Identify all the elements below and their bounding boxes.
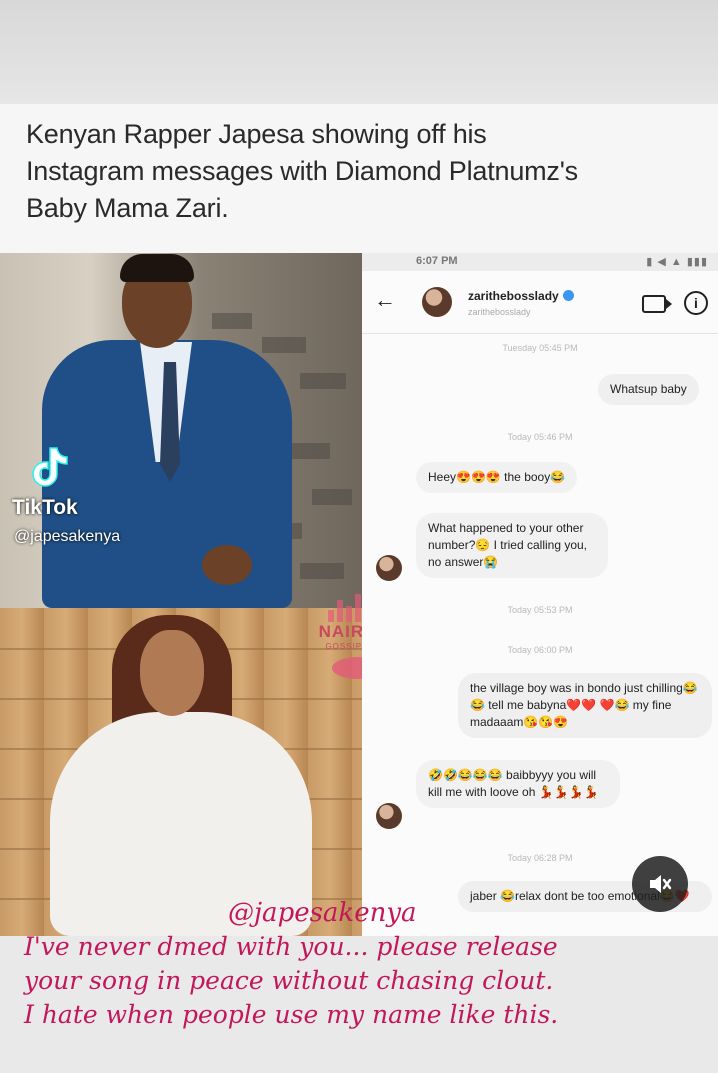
mute-toggle-button[interactable] <box>632 856 688 912</box>
dm-header: ← zarithebosslady zarithebosslady i <box>362 271 718 334</box>
status-time: 6:07 PM <box>416 255 458 267</box>
story-caption: I've never dmed with you... please relea… <box>24 930 714 1032</box>
message-timestamp: Tuesday 05:45 PM <box>502 343 578 353</box>
instagram-dm-screenshot: 6:07 PM ▮ ◀ ▲ ▮▮▮ ← zarithebosslady zari… <box>362 253 718 936</box>
status-icons: ▮ ◀ ▲ ▮▮▮ <box>646 256 708 268</box>
verified-badge-icon <box>562 290 574 301</box>
back-arrow-icon[interactable]: ← <box>374 287 396 313</box>
man-hand <box>202 545 252 585</box>
caption-line: I've never dmed with you... please relea… <box>24 932 558 961</box>
headline-line: Baby Mama Zari. <box>26 193 229 223</box>
phone-status-bar: 6:07 PM ▮ ◀ ▲ ▮▮▮ <box>362 253 718 271</box>
caption-line: I hate when people use my name like this… <box>24 1000 559 1029</box>
sender-avatar <box>376 803 402 829</box>
woman-face <box>140 630 204 716</box>
message-timestamp: Today 05:46 PM <box>507 432 573 442</box>
story-mention-handle[interactable]: @japesakenya <box>228 898 417 928</box>
contact-name-text: zarithebosslady <box>468 289 559 303</box>
message-timestamp: Today 06:00 PM <box>507 645 573 655</box>
contact-name[interactable]: zarithebosslady <box>468 289 574 303</box>
sender-avatar <box>376 555 402 581</box>
headline-line: Instagram messages with Diamond Platnumz… <box>26 156 578 186</box>
message-timestamp: Today 05:53 PM <box>507 605 573 615</box>
post-headline: Kenyan Rapper Japesa showing off his Ins… <box>26 116 706 227</box>
incoming-message[interactable]: Heey😍😍😍 the booy😂 <box>416 462 578 493</box>
tiktok-label: TikTok <box>12 496 78 519</box>
headline-line: Kenyan Rapper Japesa showing off his <box>26 119 487 149</box>
story-top-background <box>0 0 718 104</box>
outgoing-message[interactable]: the village boy was in bondo just chilli… <box>458 673 712 738</box>
incoming-message[interactable]: What happened to your other number?😔 I t… <box>416 513 608 578</box>
man-hair <box>120 254 194 282</box>
tiktok-handle: @japesakenya <box>14 528 121 545</box>
caption-line: your song in peace without chasing clout… <box>24 966 554 995</box>
outgoing-message[interactable]: Whatsup baby <box>598 374 699 405</box>
speaker-muted-icon <box>650 875 672 893</box>
tiktok-logo-icon <box>32 447 68 487</box>
contact-avatar[interactable] <box>422 287 452 317</box>
video-call-icon[interactable] <box>642 295 672 313</box>
info-icon[interactable]: i <box>684 291 708 315</box>
incoming-message[interactable]: 🤣🤣😂😂😂 baibbyyy you will kill me with loo… <box>416 760 620 808</box>
contact-handle: zarithebosslady <box>468 307 531 317</box>
